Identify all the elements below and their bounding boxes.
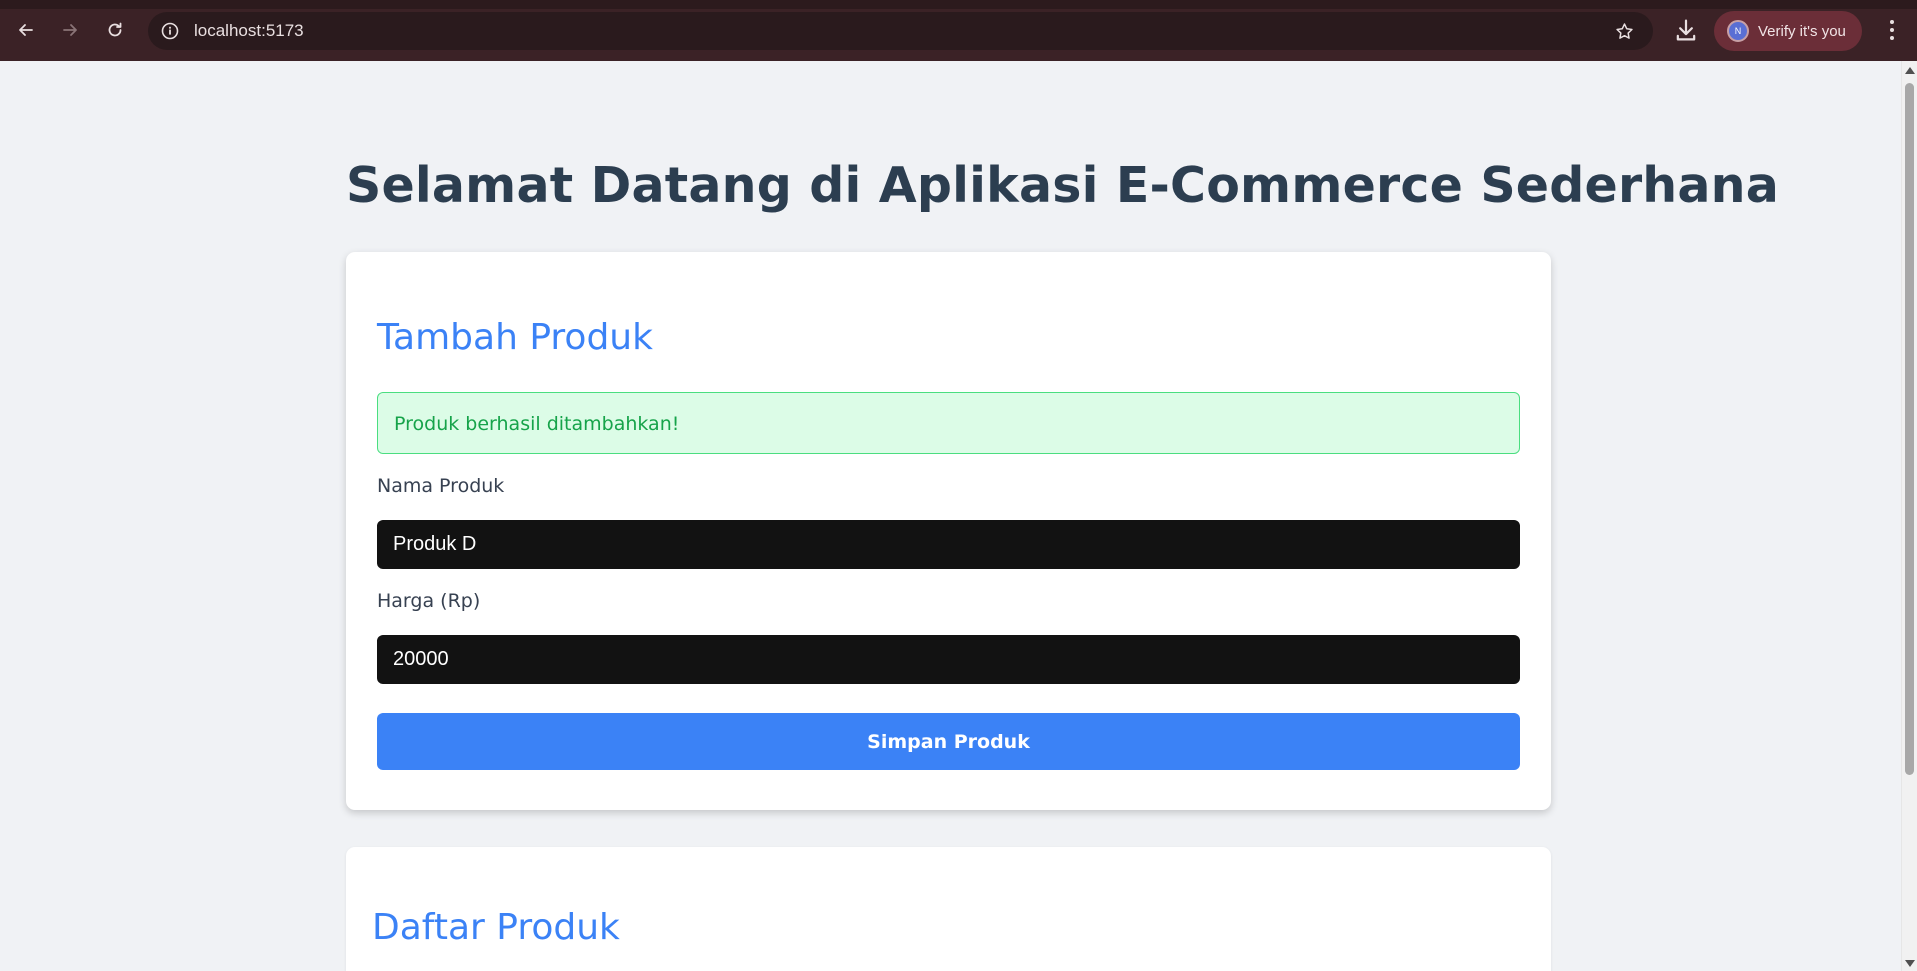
- back-button[interactable]: [12, 16, 40, 44]
- reload-button[interactable]: [101, 16, 129, 44]
- tab-strip: [0, 0, 1917, 9]
- scrollbar-thumb[interactable]: [1905, 83, 1914, 775]
- scroll-up-icon[interactable]: [1905, 67, 1915, 74]
- add-product-heading: Tambah Produk: [377, 317, 653, 358]
- product-price-label: Harga (Rp): [377, 590, 481, 612]
- save-product-button[interactable]: Simpan Produk: [377, 713, 1520, 770]
- scroll-down-icon[interactable]: [1905, 960, 1915, 967]
- download-icon[interactable]: [1672, 16, 1700, 44]
- page-title: Selamat Datang di Aplikasi E-Commerce Se…: [346, 157, 1780, 214]
- product-name-label: Nama Produk: [377, 475, 505, 497]
- success-message: Produk berhasil ditambahkan!: [394, 413, 680, 435]
- verify-label: Verify it's you: [1758, 22, 1846, 40]
- product-price-input[interactable]: [377, 635, 1520, 684]
- back-icon: [19, 24, 33, 36]
- site-info-icon[interactable]: [160, 21, 180, 41]
- address-bar[interactable]: localhost:5173: [148, 12, 1653, 50]
- page-scrollbar[interactable]: [1901, 61, 1917, 971]
- reload-icon: [108, 22, 122, 37]
- forward-button[interactable]: [56, 16, 84, 44]
- product-name-input[interactable]: [377, 520, 1520, 569]
- forward-icon: [63, 24, 77, 36]
- address-url[interactable]: localhost:5173: [194, 21, 304, 41]
- page-content: Selamat Datang di Aplikasi E-Commerce Se…: [0, 61, 1901, 971]
- verify-identity-button[interactable]: N Verify it's you: [1714, 11, 1862, 51]
- add-product-card: Tambah Produk Produk berhasil ditambahka…: [346, 252, 1551, 810]
- product-list-card: Daftar Produk: [346, 847, 1551, 971]
- avatar: N: [1727, 20, 1749, 42]
- success-alert: Produk berhasil ditambahkan!: [377, 392, 1520, 454]
- kebab-menu-icon[interactable]: [1880, 16, 1904, 44]
- bookmark-star-icon[interactable]: [1614, 21, 1635, 42]
- browser-toolbar: localhost:5173 N Verify it's you: [0, 0, 1917, 61]
- product-list-heading: Daftar Produk: [372, 907, 620, 948]
